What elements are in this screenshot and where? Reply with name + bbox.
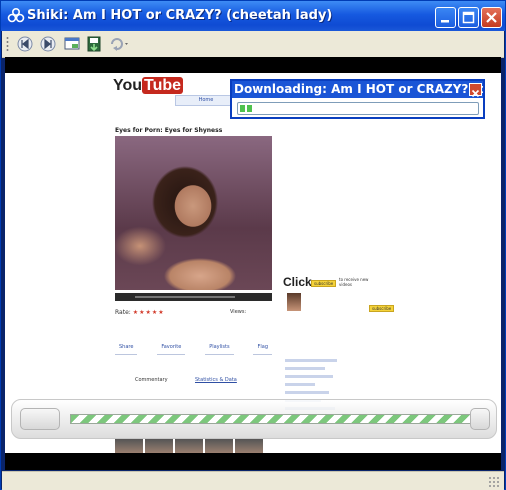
title-bar[interactable]: Shiki: Am I HOT or CRAZY? (cheetah lady)	[1, 1, 505, 31]
flag-link: Flag	[253, 343, 272, 355]
close-icon	[471, 89, 480, 98]
embedded-player-bar	[115, 293, 272, 301]
comment-tabs: Commentary Statistics & Data	[135, 377, 237, 383]
picture-in-picture-icon[interactable]	[63, 35, 81, 53]
video-frame: You Tube Home Eyes for Porn: Eyes for Shy…	[5, 73, 501, 453]
click-text: Click	[283, 275, 312, 289]
resize-grip-icon[interactable]	[488, 476, 500, 488]
app-window: Shiki: Am I HOT or CRAZY? (cheetah lady)	[0, 0, 506, 490]
rating: Rate: ★★★★★	[115, 309, 165, 316]
subscribe-button-small: subscribe	[369, 305, 395, 312]
prev-icon[interactable]	[16, 35, 34, 53]
related-thumbnails	[115, 439, 263, 453]
share-link: Share	[115, 343, 138, 355]
youtube-logo: You Tube	[113, 77, 184, 94]
maximize-button[interactable]	[458, 7, 479, 28]
new-videos-text: to receive new videos	[339, 277, 369, 287]
refresh-icon[interactable]	[108, 35, 132, 53]
window-title: Shiki: Am I HOT or CRAZY? (cheetah lady)	[27, 8, 333, 23]
playlists-link: Playlists	[205, 343, 234, 355]
maximize-icon	[462, 11, 475, 24]
download-progress-bar	[237, 102, 479, 115]
download-title: Downloading: Am I HOT or CRAZY? (che...	[232, 81, 483, 98]
close-icon	[486, 12, 497, 23]
views-count: Views:	[230, 309, 247, 315]
next-icon[interactable]	[39, 35, 57, 53]
statistics-tab: Statistics & Data	[195, 377, 237, 383]
download-close-button[interactable]	[469, 83, 482, 98]
left-control-button[interactable]	[20, 408, 60, 430]
video-actions: Share Favorite Playlists Flag	[115, 343, 272, 355]
video-thumbnail	[115, 136, 272, 290]
minimize-icon	[441, 20, 449, 23]
save-icon[interactable]	[85, 35, 103, 53]
video-heading: Eyes for Porn: Eyes for Shyness	[115, 127, 223, 134]
video-area[interactable]: You Tube Home Eyes for Porn: Eyes for Shy…	[5, 57, 501, 470]
subscribe-badge: subscribe	[311, 280, 337, 287]
favorite-link: Favorite	[157, 343, 186, 355]
minimize-button[interactable]	[435, 7, 456, 28]
nav-tab: Home	[175, 95, 237, 106]
close-button[interactable]	[481, 7, 502, 28]
download-progress-fill	[240, 105, 252, 112]
right-control-button[interactable]	[470, 408, 490, 430]
toolbar-grip[interactable]	[6, 36, 9, 52]
toolbar	[2, 31, 504, 58]
seek-bar[interactable]	[70, 414, 472, 424]
status-bar	[2, 471, 504, 490]
download-popup: Downloading: Am I HOT or CRAZY? (che...	[230, 79, 485, 119]
app-logo-icon	[7, 8, 25, 23]
channel-avatar	[287, 293, 301, 311]
commentary-tab: Commentary	[135, 377, 168, 383]
playback-controls	[11, 399, 497, 439]
